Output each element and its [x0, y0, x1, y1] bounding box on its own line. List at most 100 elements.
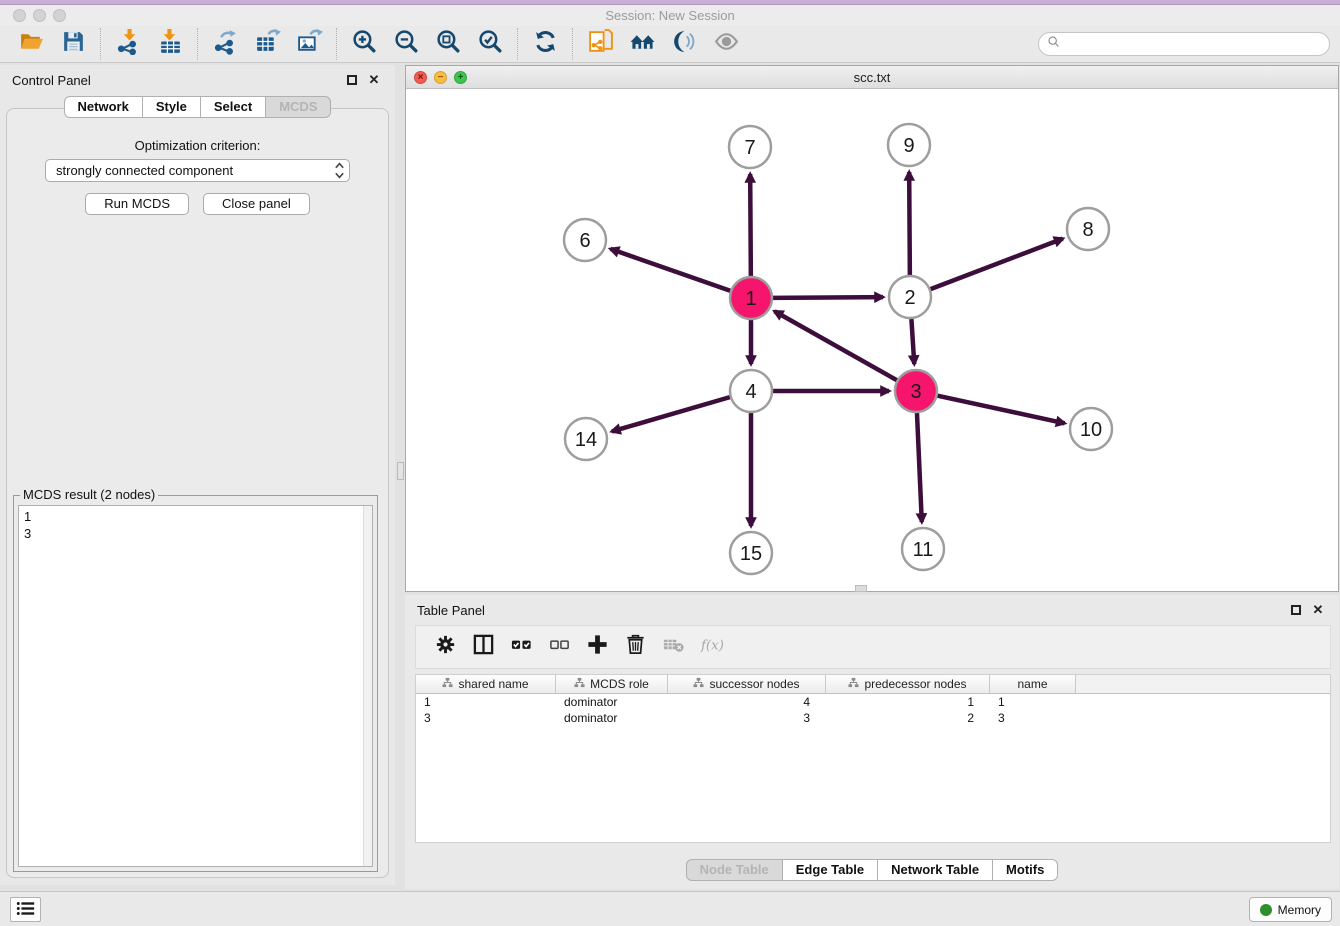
tab-select[interactable]: Select	[201, 96, 266, 118]
column-tree-icon	[693, 677, 704, 691]
new-network-from-selection-button[interactable]	[579, 28, 621, 60]
column-header-shared-name[interactable]: shared name	[416, 675, 556, 693]
tab-network[interactable]: Network	[64, 96, 143, 118]
refresh-button[interactable]	[524, 28, 566, 60]
zoom-window-icon[interactable]	[53, 9, 66, 22]
delete-columns-icon	[624, 633, 647, 661]
edge-2-3[interactable]	[911, 319, 914, 364]
edge-1-7[interactable]	[750, 174, 751, 276]
node-9[interactable]: 9	[888, 124, 930, 166]
column-header-MCDS-role[interactable]: MCDS role	[556, 675, 668, 693]
close-view-icon[interactable]	[414, 71, 427, 84]
edge-3-10[interactable]	[937, 396, 1064, 424]
node-8[interactable]: 8	[1067, 208, 1109, 250]
run-mcds-button[interactable]: Run MCDS	[85, 193, 189, 215]
first-neighbors-button[interactable]	[621, 28, 663, 60]
table-tab-motifs[interactable]: Motifs	[993, 859, 1058, 881]
tab-mcds[interactable]: MCDS	[266, 96, 331, 118]
network-canvas[interactable]: 7 9 6 8 1 2 4 3 14 10 15 11	[406, 89, 1338, 591]
maximize-view-icon[interactable]	[454, 71, 467, 84]
edge-3-11[interactable]	[917, 413, 922, 522]
table-cell[interactable]: 1	[990, 694, 1076, 710]
zoom-selected-button[interactable]	[469, 28, 511, 60]
float-table-panel-icon[interactable]	[1287, 602, 1305, 618]
svg-text:6: 6	[579, 230, 590, 252]
node-6[interactable]: 6	[564, 219, 606, 261]
show-all-button[interactable]	[705, 28, 747, 60]
close-panel-icon[interactable]	[365, 72, 383, 88]
export-table-button[interactable]	[246, 28, 288, 60]
table-options-button[interactable]	[426, 631, 464, 663]
node-7[interactable]: 7	[729, 126, 771, 168]
select-all-checks-button[interactable]	[502, 631, 540, 663]
export-image-button[interactable]	[288, 28, 330, 60]
svg-text:9: 9	[903, 135, 914, 157]
search-box[interactable]	[1038, 32, 1330, 56]
table-cell[interactable]: 3	[668, 710, 826, 726]
node-10[interactable]: 10	[1070, 408, 1112, 450]
add-column-button[interactable]	[578, 631, 616, 663]
table-tab-node-table[interactable]: Node Table	[686, 859, 783, 881]
import-table-button[interactable]	[149, 28, 191, 60]
table-row[interactable]: 1dominator411	[416, 694, 1330, 710]
node-4[interactable]: 4	[730, 370, 772, 412]
task-history-button[interactable]	[10, 897, 41, 922]
node-1[interactable]: 1	[730, 277, 772, 319]
table-tab-network-table[interactable]: Network Table	[878, 859, 993, 881]
edge-1-2[interactable]	[773, 297, 883, 298]
mcds-result-text[interactable]: 1 3	[18, 505, 373, 867]
search-icon	[1047, 35, 1060, 53]
table-tab-edge-table[interactable]: Edge Table	[783, 859, 878, 881]
table-cell[interactable]: 3	[416, 710, 556, 726]
save-session-button[interactable]	[52, 28, 94, 60]
zoom-fit-button[interactable]	[427, 28, 469, 60]
tab-style[interactable]: Style	[143, 96, 201, 118]
table-cell[interactable]: 2	[826, 710, 990, 726]
table-cell[interactable]: 4	[668, 694, 826, 710]
edge-2-8[interactable]	[931, 239, 1063, 290]
node-14[interactable]: 14	[565, 418, 607, 460]
control-panel-title: Control Panel	[12, 73, 91, 88]
result-scrollbar[interactable]	[363, 506, 372, 866]
minimize-window-icon[interactable]	[33, 9, 46, 22]
close-panel-button[interactable]: Close panel	[203, 193, 310, 215]
column-header-name[interactable]: name	[990, 675, 1076, 693]
zoom-out-button[interactable]	[385, 28, 427, 60]
export-network-button[interactable]	[204, 28, 246, 60]
node-3[interactable]: 3	[895, 370, 937, 412]
search-input[interactable]	[1065, 37, 1321, 51]
optimization-criterion-dropdown[interactable]: strongly connected component	[45, 159, 350, 182]
table-row[interactable]: 3dominator323	[416, 710, 1330, 726]
import-network-button[interactable]	[107, 28, 149, 60]
svg-text:3: 3	[910, 381, 921, 403]
edge-4-14[interactable]	[612, 397, 730, 431]
hide-selected-button[interactable]	[663, 28, 705, 60]
column-header-predecessor-nodes[interactable]: predecessor nodes	[826, 675, 990, 693]
node-11[interactable]: 11	[902, 528, 944, 570]
table-cell[interactable]: dominator	[556, 710, 668, 726]
table-cell[interactable]: 1	[416, 694, 556, 710]
show-columns-button[interactable]	[464, 631, 502, 663]
close-table-panel-icon[interactable]	[1309, 602, 1327, 618]
column-header-successor-nodes[interactable]: successor nodes	[668, 675, 826, 693]
float-panel-icon[interactable]	[343, 72, 361, 88]
node-2[interactable]: 2	[889, 276, 931, 318]
delete-columns-button[interactable]	[616, 631, 654, 663]
table-cell[interactable]: 3	[990, 710, 1076, 726]
close-window-icon[interactable]	[13, 9, 26, 22]
memory-button[interactable]: Memory	[1249, 897, 1332, 922]
horizontal-splitter-handle[interactable]	[855, 585, 867, 592]
vertical-splitter-handle[interactable]	[397, 462, 404, 480]
edge-3-1[interactable]	[775, 311, 897, 380]
node-15[interactable]: 15	[730, 532, 772, 574]
zoom-in-button[interactable]	[343, 28, 385, 60]
table-header-row: shared nameMCDS rolesuccessor nodesprede…	[416, 675, 1330, 694]
edge-2-9[interactable]	[909, 172, 910, 275]
edge-1-6[interactable]	[610, 249, 730, 291]
add-column-icon	[586, 633, 609, 661]
open-file-button[interactable]	[10, 28, 52, 60]
table-cell[interactable]: dominator	[556, 694, 668, 710]
clear-all-checks-button[interactable]	[540, 631, 578, 663]
table-cell[interactable]: 1	[826, 694, 990, 710]
minimize-view-icon[interactable]	[434, 71, 447, 84]
